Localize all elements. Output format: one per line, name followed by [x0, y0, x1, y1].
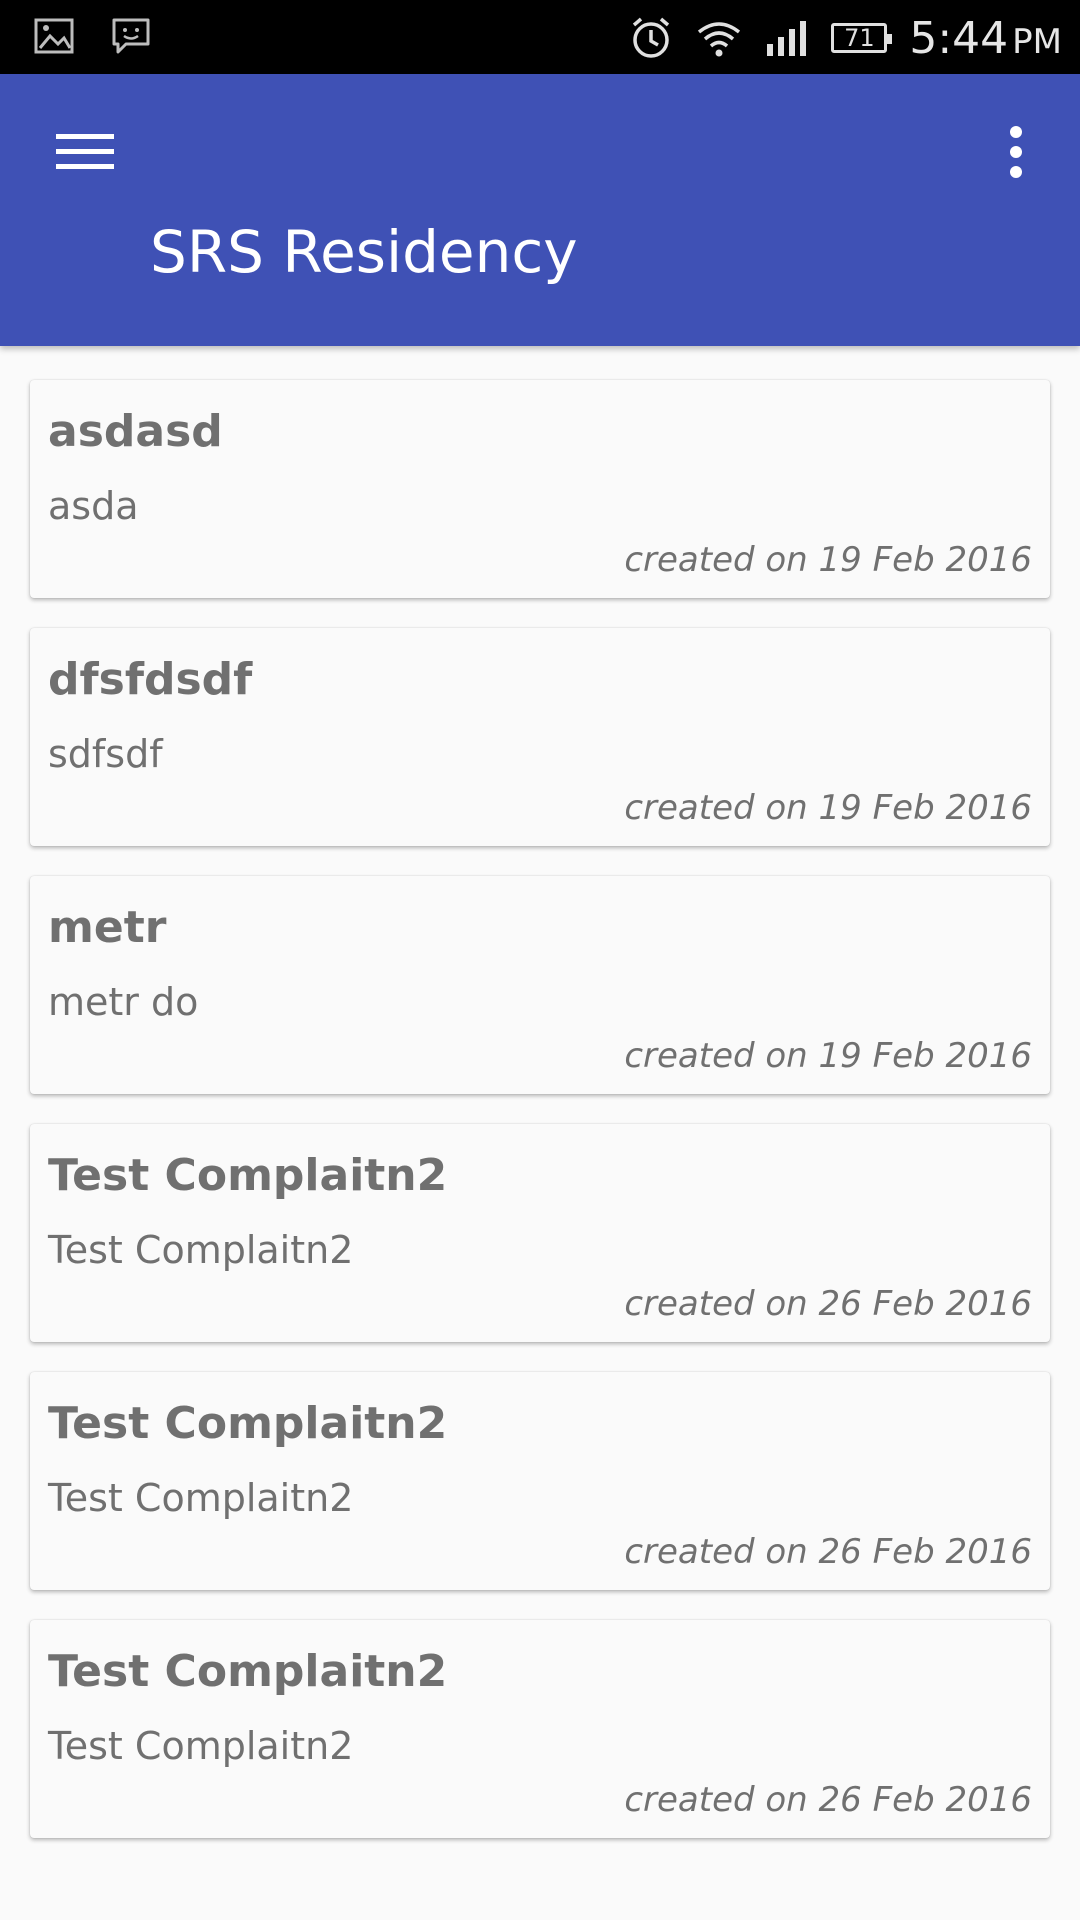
- hamburger-menu-icon: [56, 130, 114, 179]
- complaint-card[interactable]: metr metr do created on 19 Feb 2016: [30, 876, 1050, 1094]
- status-left-icons: [34, 16, 152, 56]
- wifi-icon: [695, 18, 743, 58]
- complaint-title: Test Complaitn2: [48, 1150, 448, 1201]
- complaint-title: metr: [48, 902, 167, 953]
- gallery-icon: [34, 16, 74, 56]
- complaint-title: Test Complaitn2: [48, 1646, 448, 1697]
- more-options-button[interactable]: [976, 114, 1056, 194]
- complaint-description: Test Complaitn2: [48, 1228, 354, 1272]
- app-bar: SRS Residency: [0, 74, 1080, 346]
- complaint-card[interactable]: Test Complaitn2 Test Complaitn2 created …: [30, 1124, 1050, 1342]
- chat-icon: [110, 16, 152, 56]
- signal-icon: [765, 18, 809, 58]
- menu-button[interactable]: [40, 114, 130, 194]
- clock-ampm: PM: [1012, 21, 1062, 62]
- complaint-description: metr do: [48, 980, 199, 1024]
- status-bar: 71 5:44 PM: [0, 0, 1080, 74]
- battery-level: 71: [844, 24, 875, 52]
- complaint-created-date: created on 19 Feb 2016: [624, 540, 1032, 580]
- complaint-created-date: created on 26 Feb 2016: [624, 1780, 1032, 1820]
- status-clock: 5:44 PM: [909, 13, 1062, 64]
- complaint-card[interactable]: Test Complaitn2 Test Complaitn2 created …: [30, 1372, 1050, 1590]
- clock-time: 5:44: [909, 12, 1009, 64]
- complaint-card[interactable]: dfsfdsdf sdfsdf created on 19 Feb 2016: [30, 628, 1050, 846]
- complaint-created-date: created on 19 Feb 2016: [624, 1036, 1032, 1076]
- complaint-description: Test Complaitn2: [48, 1724, 354, 1768]
- battery-indicator: 71: [831, 23, 893, 53]
- page-title: SRS Residency: [150, 218, 578, 286]
- complaint-card[interactable]: asdasd asda created on 19 Feb 2016: [30, 380, 1050, 598]
- complaint-card[interactable]: Test Complaitn2 Test Complaitn2 created …: [30, 1620, 1050, 1838]
- alarm-icon: [629, 16, 673, 60]
- complaint-title: Test Complaitn2: [48, 1398, 448, 1449]
- more-vertical-icon: [1008, 125, 1024, 183]
- complaint-created-date: created on 26 Feb 2016: [624, 1284, 1032, 1324]
- complaint-title: asdasd: [48, 406, 223, 457]
- complaint-created-date: created on 26 Feb 2016: [624, 1532, 1032, 1572]
- complaint-description: asda: [48, 484, 139, 528]
- complaint-title: dfsfdsdf: [48, 654, 253, 705]
- complaint-description: Test Complaitn2: [48, 1476, 354, 1520]
- complaint-list: asdasd asda created on 19 Feb 2016 dfsfd…: [30, 380, 1050, 1868]
- status-right-icons: 71 5:44 PM: [629, 10, 1062, 66]
- complaint-description: sdfsdf: [48, 732, 163, 776]
- complaint-created-date: created on 19 Feb 2016: [624, 788, 1032, 828]
